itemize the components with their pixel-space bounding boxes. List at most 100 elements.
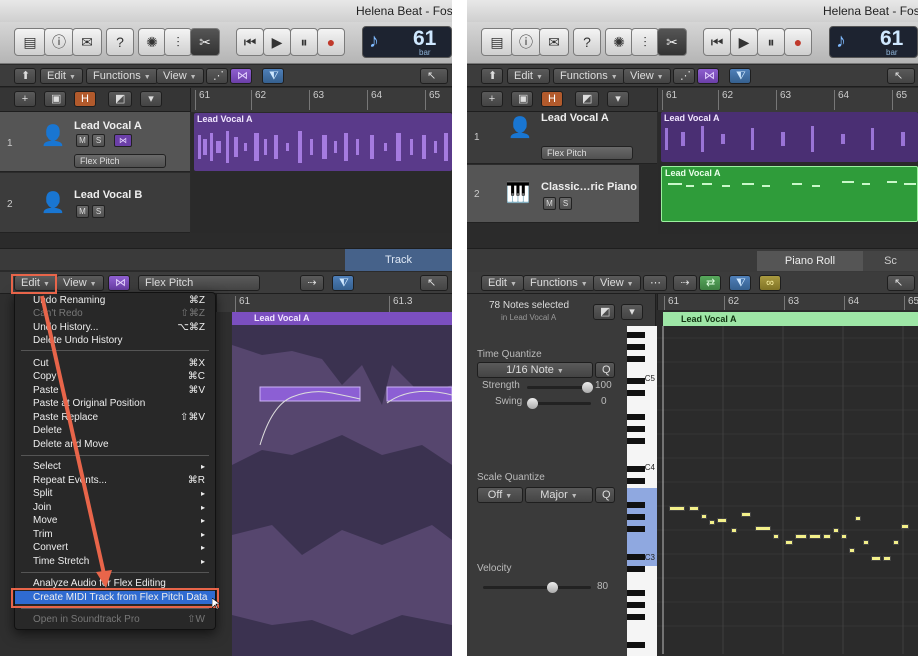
flex-icon[interactable]: ⋈	[697, 68, 719, 84]
track-name[interactable]: Classic…ric Piano	[541, 181, 637, 193]
lcd-display[interactable]: ♪ 61 bar	[829, 26, 918, 58]
black-key[interactable]	[627, 566, 645, 572]
track-row[interactable]: 1 👤 Lead Vocal A Flex Pitch	[467, 112, 657, 164]
functions-menu[interactable]: Functions ▼	[86, 68, 158, 84]
automation-icon[interactable]: ◩	[108, 91, 132, 107]
snap-icon[interactable]: ⋯	[643, 275, 667, 291]
midi-note[interactable]	[689, 506, 699, 511]
slider-knob[interactable]	[547, 582, 558, 593]
midi-in-icon[interactable]: ⇄	[699, 275, 721, 291]
menu-item-repeat[interactable]: Repeat Events... ⌘R	[33, 474, 205, 487]
smart-controls-icon[interactable]: ✺	[605, 28, 633, 56]
menu-item-paste[interactable]: Paste ⌘V	[33, 384, 205, 397]
flex-icon[interactable]: ⋈	[108, 275, 130, 291]
scale-off-select[interactable]: Off ▼	[477, 487, 523, 503]
tracks-area[interactable]: Lead Vocal A Lead Vocal A	[658, 112, 918, 234]
menu-item-paste-replace[interactable]: Paste Replace ⇧⌘V	[33, 411, 205, 424]
black-key[interactable]	[627, 642, 645, 648]
menu-item-split[interactable]: Split ▸	[33, 487, 205, 500]
solo-button[interactable]: S	[92, 134, 105, 147]
hide-button[interactable]: H	[74, 91, 96, 107]
track-name[interactable]: Lead Vocal A	[541, 112, 609, 124]
midi-note[interactable]	[833, 528, 839, 533]
edit-menu[interactable]: Edit ▼	[507, 68, 550, 84]
tab-track[interactable]: Track	[345, 249, 452, 271]
timeline-ruler[interactable]: 61 62 63 64 65	[190, 88, 452, 112]
midi-note[interactable]	[773, 534, 779, 539]
mute-button[interactable]: M	[76, 134, 89, 147]
note-tool-icon[interactable]: ◩	[593, 304, 615, 320]
up-arrow-icon[interactable]: ⬆	[481, 68, 503, 84]
smart-controls-icon[interactable]: ✺	[138, 28, 166, 56]
flex-icon[interactable]: ⋈	[230, 68, 252, 84]
play-button[interactable]: ▶	[263, 28, 291, 56]
pause-button[interactable]: ⏸	[757, 28, 785, 56]
editor-edit-menu[interactable]: Edit ▼	[481, 275, 524, 291]
toolbar-icon[interactable]: ✉	[72, 28, 102, 56]
midi-note[interactable]	[883, 556, 891, 561]
black-key[interactable]	[627, 466, 645, 472]
add-track-icon[interactable]: +	[481, 91, 503, 107]
midi-region[interactable]: Lead Vocal A	[661, 166, 918, 222]
black-key[interactable]	[627, 332, 645, 338]
midi-note[interactable]	[701, 514, 707, 519]
menu-item-cut[interactable]: Cut ⌘X	[33, 357, 205, 370]
rewind-button[interactable]: ⏮	[236, 28, 264, 56]
edit-menu[interactable]: Edit ▼	[40, 68, 83, 84]
record-button[interactable]: ●	[317, 28, 345, 56]
midi-note[interactable]	[871, 556, 881, 561]
track-row[interactable]: 2 👤 Lead Vocal B M S	[0, 173, 190, 233]
audio-region[interactable]: Lead Vocal A	[661, 112, 918, 162]
library-icon[interactable]: ▤	[14, 28, 46, 56]
add-track-icon[interactable]: +	[14, 91, 36, 107]
editor-ruler[interactable]: 61 62 63 64 65	[657, 294, 918, 310]
black-key[interactable]	[627, 602, 645, 608]
scale-type-select[interactable]: Major ▼	[525, 487, 593, 503]
inspector-icon[interactable]: ⓘ	[511, 28, 541, 56]
scale-quantize-q-button[interactable]: Q	[595, 487, 615, 503]
menu-item-convert[interactable]: Convert ▸	[33, 541, 205, 554]
midi-note[interactable]	[669, 506, 685, 511]
record-button[interactable]: ●	[784, 28, 812, 56]
library-icon[interactable]: ▤	[481, 28, 513, 56]
menu-item-paste-original[interactable]: Paste at Original Position	[33, 397, 205, 410]
swing-slider[interactable]	[527, 398, 591, 409]
black-key[interactable]	[627, 414, 645, 420]
black-key[interactable]	[627, 344, 645, 350]
group-icon[interactable]: ▾	[607, 91, 629, 107]
inspector-icon[interactable]: ⓘ	[44, 28, 74, 56]
midi-note[interactable]	[755, 526, 771, 531]
automation-icon[interactable]: ◩	[575, 91, 599, 107]
midi-note[interactable]	[709, 520, 715, 525]
track-folder-icon[interactable]: ▣	[511, 91, 533, 107]
black-key[interactable]	[627, 378, 645, 384]
tracks-area[interactable]: Lead Vocal A	[191, 112, 452, 233]
group-icon[interactable]: ▾	[140, 91, 162, 107]
tab-score[interactable]: Sc	[863, 251, 918, 271]
editor-view-menu[interactable]: View ▼	[56, 275, 104, 291]
menu-item-delete-and-move[interactable]: Delete and Move	[33, 438, 205, 451]
black-key[interactable]	[627, 614, 645, 620]
mixer-icon[interactable]: ⫶	[164, 28, 192, 56]
editor-ruler[interactable]: 61 61.3	[216, 294, 452, 312]
black-key[interactable]	[627, 426, 645, 432]
tab-piano-roll[interactable]: Piano Roll	[757, 251, 863, 271]
flex-mode-popup[interactable]: Flex Pitch	[74, 154, 166, 168]
link-icon[interactable]: ⇢	[673, 275, 697, 291]
lcd-display[interactable]: ♪ 61 bar	[362, 26, 452, 58]
solo-button[interactable]: S	[92, 205, 105, 218]
flex-mode-select[interactable]: Flex Pitch	[138, 275, 260, 291]
midi-note[interactable]	[893, 540, 899, 545]
track-name[interactable]: Lead Vocal A	[74, 120, 142, 132]
midi-note[interactable]	[717, 518, 727, 523]
toolbar-icon[interactable]: ✉	[539, 28, 569, 56]
strength-slider[interactable]	[527, 382, 593, 393]
audio-region[interactable]: Lead Vocal A	[194, 113, 452, 171]
midi-note[interactable]	[809, 534, 821, 539]
mute-button[interactable]: M	[543, 197, 556, 210]
quick-help-icon[interactable]: ?	[573, 28, 601, 56]
midi-note[interactable]	[841, 534, 847, 539]
menu-item-copy[interactable]: Copy ⌘C	[33, 370, 205, 383]
midi-note[interactable]	[823, 534, 831, 539]
midi-note[interactable]	[741, 512, 751, 517]
